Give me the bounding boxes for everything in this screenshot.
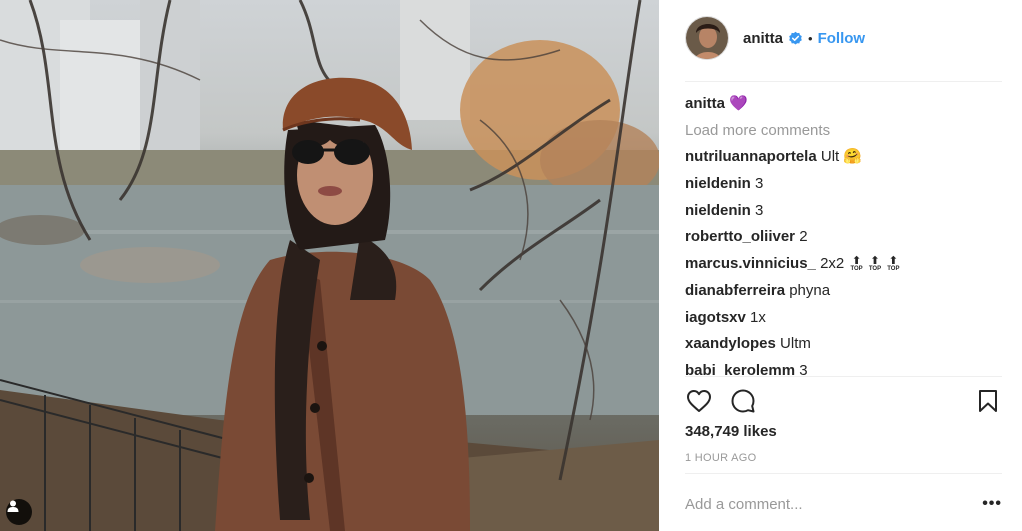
comment-row: marcus.vinnicius_ 2x2 ⬆ TOP ⬆ TOP ⬆ TOP: [685, 253, 1002, 280]
post-photo[interactable]: [0, 0, 659, 531]
photo-scene: [0, 0, 659, 531]
comment-username[interactable]: babi_kerolemm: [685, 362, 795, 376]
comment-text: 3: [755, 201, 764, 219]
top-arrow-icon: ⬆ TOP: [887, 255, 900, 273]
load-more-label[interactable]: Load more comments: [685, 122, 830, 139]
load-more-comments[interactable]: Load more comments: [685, 120, 1002, 147]
separator-dot: •: [808, 30, 813, 46]
comment-username[interactable]: xaandylopes: [685, 335, 776, 352]
comment-text: 2x2: [820, 255, 845, 273]
comment-row: nieldenin 3: [685, 173, 1002, 200]
comment-row: iagotsxv 1x: [685, 307, 1002, 334]
action-bar: [685, 387, 1002, 415]
comment-text: 3: [755, 175, 764, 193]
comment-text: Ult 🤗: [820, 148, 863, 166]
comment-row: nutriluannaportela Ult 🤗: [685, 146, 1002, 173]
divider: [685, 81, 1002, 82]
add-comment-row: •••: [685, 486, 1002, 522]
follow-button[interactable]: Follow: [818, 30, 866, 47]
post-sidebar: anitta • Follow anitta 💜 Load more comme…: [659, 0, 1022, 531]
top-arrow-icon: ⬆ TOP: [868, 255, 882, 273]
more-options-icon[interactable]: •••: [982, 495, 1002, 513]
comment-text: 3: [799, 361, 808, 376]
comment-text: Ultm: [780, 335, 811, 353]
bookmark-icon[interactable]: [974, 387, 1002, 415]
comment-username[interactable]: nieldenin: [685, 202, 751, 219]
comments-list: anitta 💜 Load more comments nutriluannap…: [685, 93, 1002, 376]
comment-row: babi_kerolemm 3: [685, 360, 1002, 376]
comment-row: xaandylopes Ultm: [685, 333, 1002, 360]
top-arrow-icon: ⬆ TOP: [850, 255, 863, 273]
likes-count[interactable]: 348,749 likes: [685, 423, 777, 440]
comment-username[interactable]: nutriluannaportela: [685, 148, 817, 165]
avatar[interactable]: [685, 16, 729, 60]
comment-row: nieldenin 3: [685, 200, 1002, 227]
comment-icon[interactable]: [729, 387, 757, 415]
caption-text: 💜: [729, 95, 748, 112]
heart-icon[interactable]: [685, 387, 713, 415]
comment-text: 1x: [750, 308, 766, 326]
post-timestamp[interactable]: 1 HOUR AGO: [685, 452, 756, 464]
comment-row: robertto_oliiver 2: [685, 226, 1002, 253]
comment-username[interactable]: robertto_oliiver: [685, 228, 795, 245]
comment-text: phyna: [789, 281, 831, 299]
comment-username[interactable]: nieldenin: [685, 175, 751, 192]
user-tag-icon[interactable]: [6, 499, 32, 525]
verified-badge-icon: [788, 31, 803, 46]
comment-input[interactable]: [685, 495, 983, 513]
username-link[interactable]: anitta: [743, 30, 783, 47]
comment-username[interactable]: dianabferreira: [685, 282, 785, 299]
caption-username[interactable]: anitta: [685, 95, 725, 112]
divider: [685, 376, 1002, 377]
caption: anitta 💜: [685, 93, 1002, 120]
comment-row: dianabferreira phyna: [685, 280, 1002, 307]
comment-username[interactable]: marcus.vinnicius_: [685, 255, 816, 272]
divider: [685, 473, 1002, 474]
comment-text: 2: [799, 228, 808, 246]
post-header: anitta • Follow: [685, 14, 1002, 62]
comment-username[interactable]: iagotsxv: [685, 309, 746, 326]
